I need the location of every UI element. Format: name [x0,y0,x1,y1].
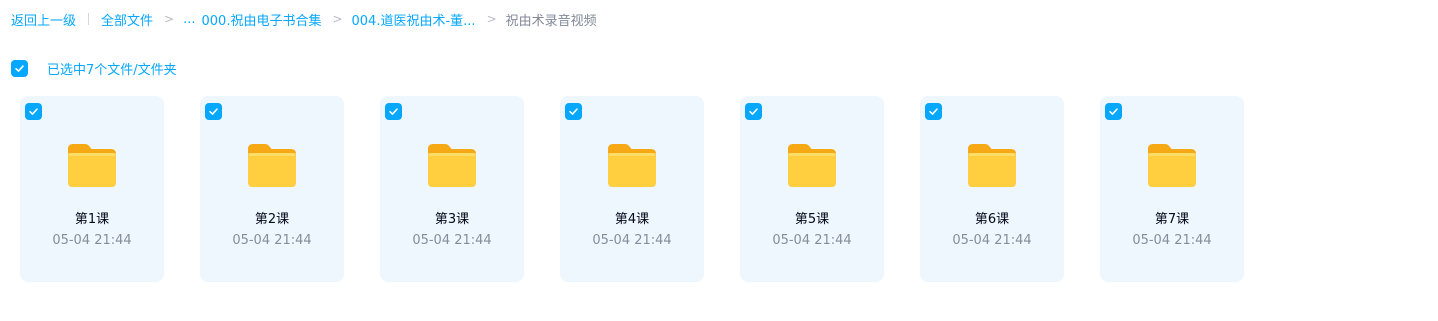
check-icon [1109,108,1118,115]
file-time: 05-04 21:44 [1132,233,1212,248]
file-time: 05-04 21:44 [592,233,672,248]
folder-icon [426,142,478,188]
check-icon [389,108,398,115]
file-name: 第1课 [74,212,110,227]
check-icon [29,108,38,115]
file-checkbox[interactable] [565,103,582,120]
breadcrumb: 返回上一级 全部文件 > ... 000.祝由电子书合集 > 004.道医祝由术… [11,10,597,29]
check-icon [15,65,24,72]
file-time: 05-04 21:44 [772,233,852,248]
file-checkbox[interactable] [1105,103,1122,120]
file-time: 05-04 21:44 [952,233,1032,248]
folder-icon [966,142,1018,188]
folder-icon [1146,142,1198,188]
breadcrumb-separator: > [332,12,343,26]
file-name: 第5课 [794,212,830,227]
file-name: 第2课 [254,212,290,227]
file-card[interactable]: 第4课 05-04 21:44 [560,96,704,282]
breadcrumb-separator: > [164,12,175,26]
check-icon [209,108,218,115]
folder-icon [786,142,838,188]
select-all-checkbox[interactable] [11,60,28,77]
file-name: 第4课 [614,212,650,227]
folder-icon [246,142,298,188]
breadcrumb-current: 祝由术录音视频 [505,13,597,29]
folder-icon [606,142,658,188]
file-time: 05-04 21:44 [412,233,492,248]
file-checkbox[interactable] [385,103,402,120]
file-checkbox[interactable] [745,103,762,120]
file-card[interactable]: 第7课 05-04 21:44 [1100,96,1244,282]
breadcrumb-level1[interactable]: 000.祝由电子书合集 [202,10,322,29]
file-card[interactable]: 第1课 05-04 21:44 [20,96,164,282]
breadcrumb-separator: > [486,12,497,26]
file-name: 第6课 [974,212,1010,227]
file-card[interactable]: 第6课 05-04 21:44 [920,96,1064,282]
divider [88,13,90,25]
select-all-bar: 已选中7个文件/文件夹 [11,59,177,78]
back-link[interactable]: 返回上一级 [11,10,76,29]
file-grid: 第1课 05-04 21:44 第2课 05-04 21:44 第3课 05-04 21:… [20,96,1280,282]
file-card[interactable]: 第5课 05-04 21:44 [740,96,884,282]
file-time: 05-04 21:44 [232,233,312,248]
selection-count-label: 已选中7个文件/文件夹 [47,63,177,78]
check-icon [929,108,938,115]
file-card[interactable]: 第2课 05-04 21:44 [200,96,344,282]
breadcrumb-ellipsis[interactable]: ... [183,12,195,27]
file-checkbox[interactable] [205,103,222,120]
file-card[interactable]: 第3课 05-04 21:44 [380,96,524,282]
check-icon [749,108,758,115]
file-name: 第7课 [1154,212,1190,227]
breadcrumb-level2[interactable]: 004.道医祝由术-董... [352,10,476,29]
file-name: 第3课 [434,212,470,227]
file-checkbox[interactable] [925,103,942,120]
file-checkbox[interactable] [25,103,42,120]
file-time: 05-04 21:44 [52,233,132,248]
check-icon [569,108,578,115]
breadcrumb-all-files[interactable]: 全部文件 [101,10,153,29]
folder-icon [66,142,118,188]
